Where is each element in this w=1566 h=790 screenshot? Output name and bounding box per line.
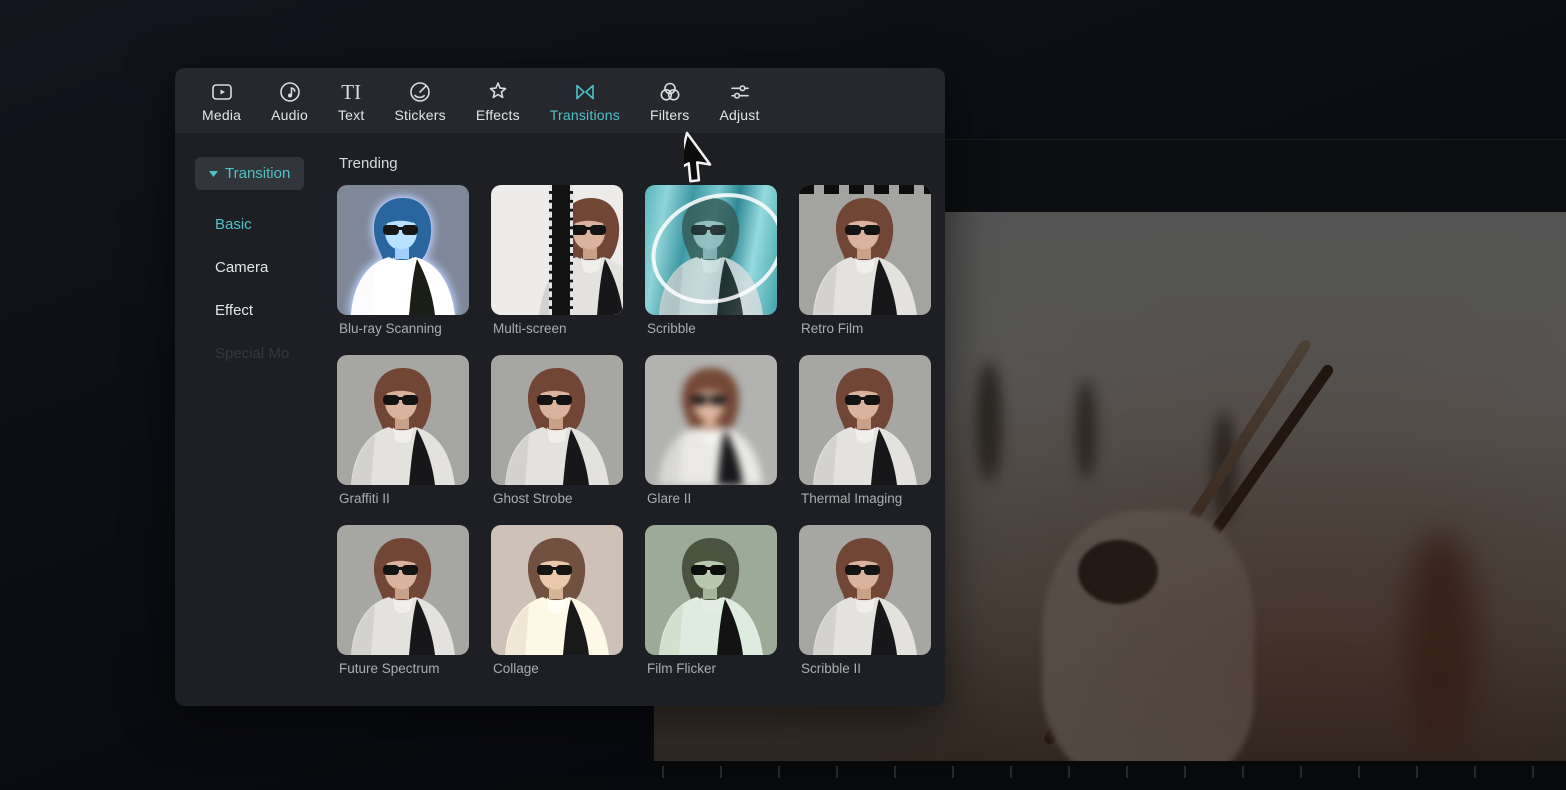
transition-thumbnail[interactable] [491,355,623,485]
transition-label: Film Flicker [645,661,777,676]
transition-card[interactable]: Glare II [645,355,777,506]
transition-label: Blu-ray Scanning [337,321,469,336]
transition-thumbnail[interactable] [645,355,777,485]
transition-label: Thermal Imaging [799,491,931,506]
portrait-image [645,185,777,315]
transition-label: Glare II [645,491,777,506]
transition-thumbnail[interactable] [645,525,777,655]
transition-label: Future Spectrum [337,661,469,676]
filters-icon [658,78,682,104]
sidebar-item-basic[interactable]: Basic [215,216,335,233]
category-sidebar: Transition Basic Camera Effect Special M… [175,133,335,706]
chevron-down-icon [209,171,218,177]
transition-label: Multi-screen [491,321,623,336]
transition-card[interactable]: Retro Film [799,185,931,336]
transition-card[interactable]: Graffiti II [337,355,469,506]
sidebar-item-special[interactable]: Special Mo [215,345,335,362]
timeline-ruler[interactable] [650,761,1566,790]
stickers-icon [408,78,432,104]
timeline-ticks [662,766,1566,778]
media-icon [210,78,234,104]
portrait-image [491,355,623,485]
mouse-cursor [684,130,736,188]
portrait-image [337,355,469,485]
category-list: Basic Camera Effect Special Mo [215,216,335,362]
tab-stickers[interactable]: Stickers [379,68,460,133]
transition-thumbnail[interactable] [491,185,623,315]
transition-thumbnail[interactable] [337,185,469,315]
portrait-image [645,525,777,655]
adjust-icon [728,78,752,104]
transition-thumbnail[interactable] [799,525,931,655]
transition-label: Collage [491,661,623,676]
tab-filters[interactable]: Filters [635,68,705,133]
transition-card[interactable]: Future Spectrum [337,525,469,676]
transition-label: Graffiti II [337,491,469,506]
audio-icon [278,78,302,104]
tab-label: Text [338,107,364,123]
tab-media[interactable]: Media [187,68,256,133]
transition-card[interactable]: Scribble II [799,525,931,676]
transitions-icon [573,78,597,104]
tab-text[interactable]: TI Text [323,68,379,133]
portrait-image [337,525,469,655]
transition-card[interactable]: Multi-screen [491,185,623,336]
transition-card[interactable]: Film Flicker [645,525,777,676]
sidebar-item-effect[interactable]: Effect [215,302,335,319]
transition-thumbnail[interactable] [645,185,777,315]
tab-label: Filters [650,107,690,123]
transition-card[interactable]: Blu-ray Scanning [337,185,469,336]
transition-card[interactable]: Collage [491,525,623,676]
section-title: Trending [339,155,929,172]
tab-transitions[interactable]: Transitions [535,68,635,133]
transition-thumbnail[interactable] [799,185,931,315]
transition-label: Ghost Strobe [491,491,623,506]
tab-label: Media [202,107,241,123]
transitions-grid-area: Trending Blu-ray Scanning Multi-screen S… [335,133,945,706]
transition-thumbnail[interactable] [337,355,469,485]
portrait-image [799,355,931,485]
tab-audio[interactable]: Audio [256,68,323,133]
transition-card[interactable]: Thermal Imaging [799,355,931,506]
transition-card[interactable]: Ghost Strobe [491,355,623,506]
media-type-tabbar: Media Audio TI Text Stickers Effects [175,68,945,133]
portrait-image [337,185,469,315]
tab-label: Transitions [550,107,620,123]
sidebar-item-camera[interactable]: Camera [215,259,335,276]
category-dropdown-label: Transition [225,165,290,182]
transition-thumbnail[interactable] [799,355,931,485]
portrait-image [645,355,777,485]
tab-label: Stickers [394,107,445,123]
portrait-image [799,525,931,655]
portrait-image [491,525,623,655]
transitions-panel: Media Audio TI Text Stickers Effects [175,68,945,706]
transitions-grid: Blu-ray Scanning Multi-screen Scribble R… [337,185,929,676]
transition-card[interactable]: Scribble [645,185,777,336]
transition-thumbnail[interactable] [337,525,469,655]
transition-thumbnail[interactable] [491,525,623,655]
tab-label: Audio [271,107,308,123]
portrait-image [799,185,931,315]
tab-label: Effects [476,107,520,123]
tab-effects[interactable]: Effects [461,68,535,133]
transition-label: Scribble II [799,661,931,676]
portrait-image [525,185,623,315]
transition-label: Scribble [645,321,777,336]
tab-label: Adjust [719,107,759,123]
tab-adjust[interactable]: Adjust [704,68,774,133]
effects-icon [486,78,510,104]
transition-label: Retro Film [799,321,931,336]
category-dropdown[interactable]: Transition [195,157,304,190]
text-icon: TI [341,78,361,104]
